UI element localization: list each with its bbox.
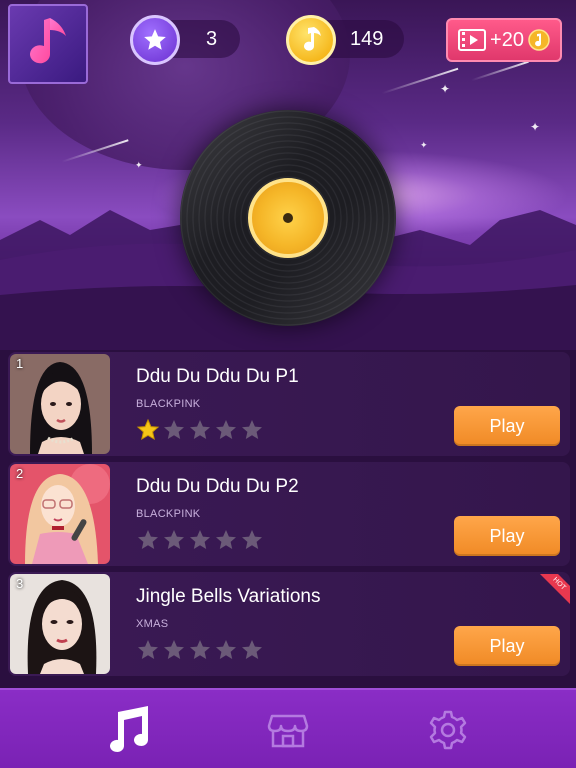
vinyl-record xyxy=(180,110,396,326)
song-rating xyxy=(136,528,264,552)
sparkle-icon: ✦ xyxy=(420,140,428,150)
song-artist: XMAS xyxy=(136,618,169,630)
bottom-nav xyxy=(0,688,576,768)
song-thumbnail: 3 xyxy=(10,574,110,674)
shooting-star xyxy=(471,60,529,82)
song-rating xyxy=(136,418,264,442)
coins-count: 149 xyxy=(350,28,384,50)
watch-video-reward-button[interactable]: +20 xyxy=(446,18,562,62)
song-title: Jingle Bells Variations xyxy=(136,586,321,607)
star-empty-icon xyxy=(216,640,236,659)
star-empty-icon xyxy=(242,530,262,549)
song-artist: BLACKPINK xyxy=(136,398,201,410)
star-empty-icon xyxy=(216,530,236,549)
gear-icon xyxy=(429,710,467,750)
song-thumbnail: 2 xyxy=(10,464,110,564)
nav-settings[interactable] xyxy=(416,698,480,762)
song-list: 1 Ddu Du Ddu Du P1 BLACKPINK Play 2 Ddu … xyxy=(0,350,576,688)
star-empty-icon xyxy=(242,640,262,659)
nav-shop[interactable] xyxy=(256,698,320,762)
song-item[interactable]: 2 Ddu Du Ddu Du P2 BLACKPINK Play xyxy=(8,462,570,566)
song-artist: BLACKPINK xyxy=(136,508,201,520)
star-empty-icon xyxy=(164,420,184,439)
star-empty-icon xyxy=(242,420,262,439)
star-empty-icon xyxy=(138,640,158,659)
song-thumbnail: 1 xyxy=(10,354,110,454)
play-button[interactable]: Play xyxy=(454,626,560,666)
song-title: Ddu Du Ddu Du P1 xyxy=(136,366,299,387)
song-rank: 2 xyxy=(16,466,24,481)
play-button[interactable]: Play xyxy=(454,406,560,446)
star-filled-icon xyxy=(136,418,160,441)
stars-count: 3 xyxy=(206,28,218,50)
star-empty-icon xyxy=(190,530,210,549)
music-note-icon xyxy=(30,18,66,64)
sparkle-icon: ✦ xyxy=(135,160,143,170)
coin-icon xyxy=(286,15,336,65)
star-empty-icon xyxy=(190,420,210,439)
sparkle-icon: ✦ xyxy=(530,120,541,134)
record-label xyxy=(248,178,328,258)
song-item[interactable]: 1 Ddu Du Ddu Du P1 BLACKPINK Play xyxy=(8,352,570,456)
video-icon xyxy=(458,29,487,51)
music-note-icon xyxy=(110,706,148,752)
hot-badge: HOT xyxy=(540,574,570,604)
play-button[interactable]: Play xyxy=(454,516,560,556)
song-rank: 1 xyxy=(16,356,24,371)
star-empty-icon xyxy=(138,530,158,549)
app-logo[interactable] xyxy=(8,4,88,84)
shop-icon xyxy=(267,714,309,748)
song-item[interactable]: 3 Jingle Bells Variations XMAS Play HOT xyxy=(8,572,570,676)
star-empty-icon xyxy=(190,640,210,659)
star-icon xyxy=(130,15,180,65)
song-title: Ddu Du Ddu Du P2 xyxy=(136,476,299,497)
star-empty-icon xyxy=(164,640,184,659)
nav-songs[interactable] xyxy=(96,698,160,762)
song-rank: 3 xyxy=(16,576,24,591)
reward-amount: +20 xyxy=(490,28,524,51)
star-empty-icon xyxy=(216,420,236,439)
star-empty-icon xyxy=(164,530,184,549)
song-rating xyxy=(136,638,264,662)
coin-icon xyxy=(528,29,550,51)
sparkle-icon: ✦ xyxy=(440,82,451,96)
